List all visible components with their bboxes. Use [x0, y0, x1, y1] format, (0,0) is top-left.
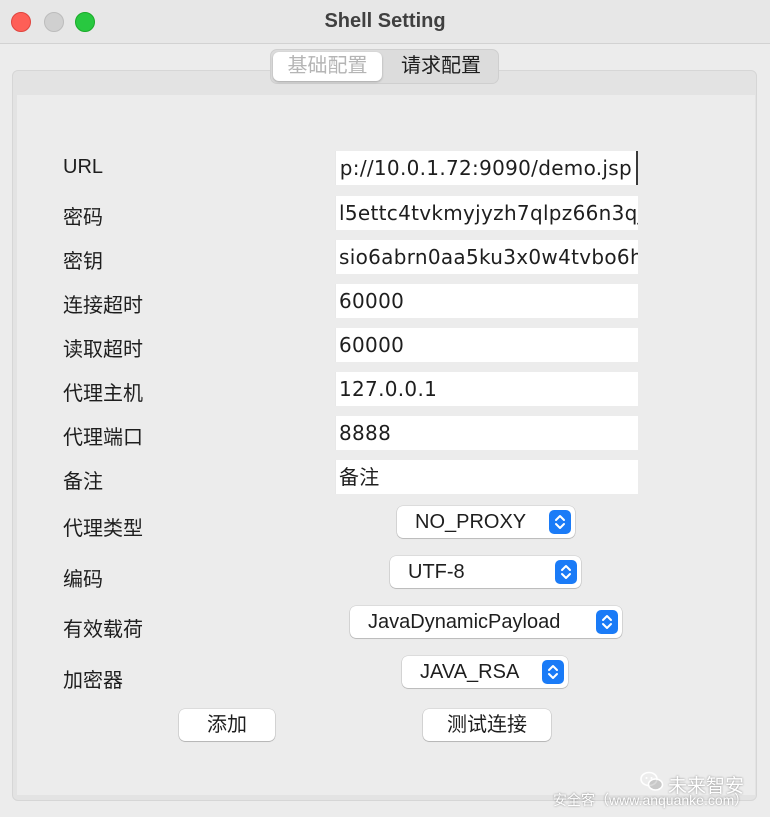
- url-label: URL: [63, 156, 104, 178]
- proxy-port-field[interactable]: 8888: [335, 416, 638, 450]
- remark-field[interactable]: 备注: [335, 460, 638, 494]
- proxy-host-label: 代理主机: [63, 383, 143, 405]
- proxy-type-select[interactable]: NO_PROXY: [397, 506, 575, 538]
- cryption-label: 加密器: [63, 670, 123, 692]
- window-title: Shell Setting: [324, 10, 446, 32]
- proxy-host-field[interactable]: 127.0.0.1: [335, 372, 638, 406]
- remark-label: 备注: [63, 471, 103, 493]
- secret-key-field[interactable]: sio6abrn0aa5ku3x0w4tvbo6h: [335, 240, 638, 274]
- tab-request-config[interactable]: 请求配置: [386, 52, 496, 81]
- watermark-site: 安全客（www.anquanke.com）: [553, 792, 749, 808]
- encoding-label: 编码: [63, 569, 103, 591]
- chevron-updown-icon: [596, 610, 618, 634]
- connect-timeout-field[interactable]: 60000: [335, 284, 638, 318]
- payload-label: 有效载荷: [63, 619, 143, 641]
- chevron-updown-icon: [549, 510, 571, 534]
- secret-key-label: 密钥: [63, 251, 103, 273]
- cryption-select[interactable]: JAVA_RSA: [402, 656, 568, 688]
- payload-select[interactable]: JavaDynamicPayload: [350, 606, 622, 638]
- url-field[interactable]: p://10.0.1.72:9090/demo.jsp: [335, 151, 638, 185]
- chevron-updown-icon: [555, 560, 577, 584]
- proxy-port-label: 代理端口: [63, 427, 143, 449]
- read-timeout-label: 读取超时: [63, 339, 143, 361]
- title-bar: Shell Setting: [0, 0, 770, 44]
- proxy-type-label: 代理类型: [63, 518, 143, 540]
- tab-bar: 基础配置 请求配置: [270, 49, 499, 84]
- connect-timeout-label: 连接超时: [63, 295, 143, 317]
- password-label: 密码: [63, 207, 103, 229]
- encoding-select[interactable]: UTF-8: [390, 556, 581, 588]
- add-button[interactable]: 添加: [179, 709, 275, 741]
- test-connection-button[interactable]: 测试连接: [423, 709, 551, 741]
- tab-basic-config[interactable]: 基础配置: [273, 52, 382, 81]
- chevron-updown-icon: [542, 660, 564, 684]
- read-timeout-field[interactable]: 60000: [335, 328, 638, 362]
- password-field[interactable]: l5ettc4tvkmyjyzh7qlpz66n3qj: [335, 196, 638, 230]
